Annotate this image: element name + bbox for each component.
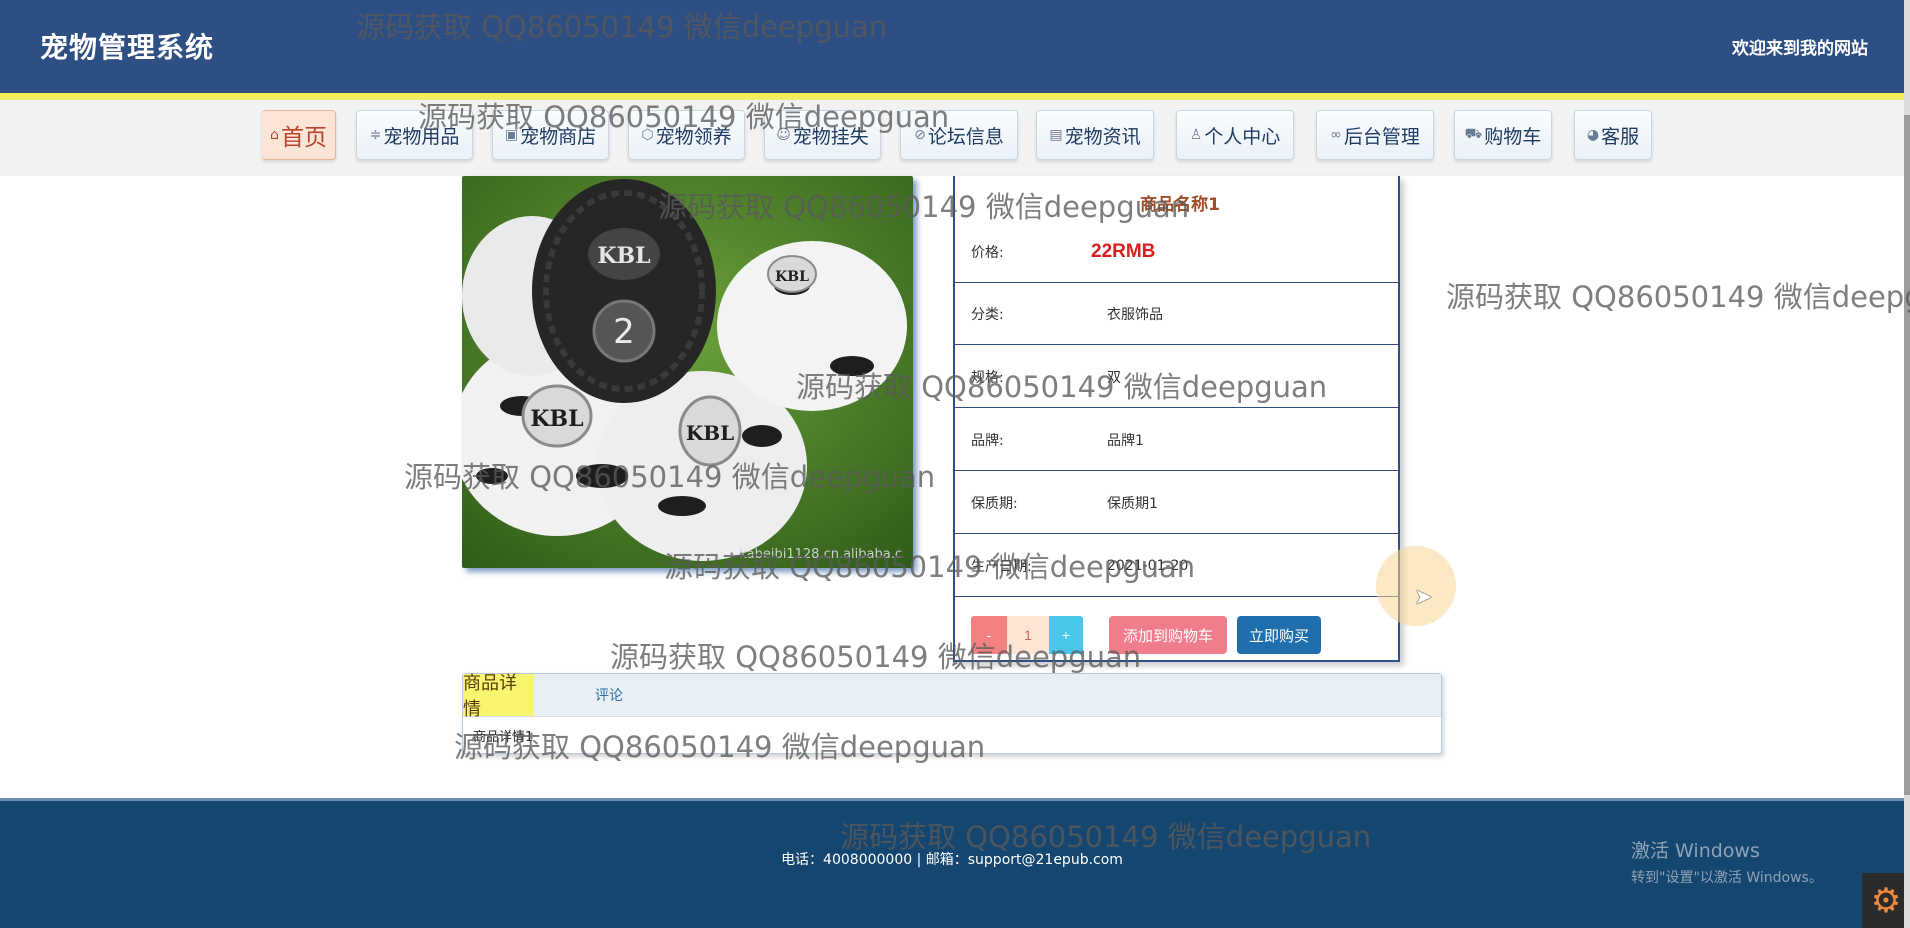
tab-bar: 商品详情 评论: [463, 673, 1441, 720]
field-label: 分类:: [971, 306, 1004, 323]
site-footer: 电话：4008000000 | 邮箱：support@21epub.com: [0, 798, 1904, 928]
quantity-increase-button[interactable]: +: [1049, 616, 1083, 654]
nav-item-label: 宠物用品: [383, 125, 460, 148]
nav-item-label: 宠物商店: [520, 125, 597, 148]
image-icon: ▣: [504, 127, 519, 143]
main-nav: ⌂ 首页 ≑ 宠物用品 ▣ 宠物商店 ⬡ 宠物领养 ☺ 宠物挂失 ⊘ 论坛信息 ▤ 宠物资讯 …: [0, 100, 1904, 176]
nav-item-label: 论坛信息: [927, 125, 1004, 148]
tab-comments[interactable]: 评论: [581, 674, 637, 716]
product-name: 商品名称1: [1140, 195, 1220, 215]
nav-item-home[interactable]: ⌂ 首页: [262, 110, 336, 160]
field-label: 生产日期:: [971, 558, 1032, 575]
purchase-actions: - + 添加到购物车 立即购买: [971, 616, 1391, 654]
product-photo: KBL 2 KBL KBL KBL kabeibi1128.cn.alibaba…: [462, 176, 913, 568]
product-image: KBL 2 KBL KBL KBL kabeibi1128.cn.alibaba…: [462, 176, 913, 568]
production-date-row: 生产日期: 2021-01-20: [955, 535, 1398, 597]
svg-text:KBL: KBL: [686, 421, 734, 445]
user-icon: ♙: [1189, 127, 1203, 143]
nav-item-admin[interactable]: ∞ 后台管理: [1316, 110, 1434, 160]
spec-row: 规格: 双: [955, 346, 1398, 408]
help-icon: ◕: [1586, 127, 1600, 143]
nav-item-label: 后台管理: [1343, 125, 1420, 148]
category-row: 分类: 衣服饰品: [955, 283, 1398, 345]
footer-contact: 电话：4008000000 | 邮箱：support@21epub.com: [781, 852, 1123, 868]
brand-value: 品牌1: [1107, 432, 1144, 449]
field-label: 价格:: [971, 244, 1004, 261]
scrollbar-thumb[interactable]: [1904, 115, 1910, 795]
shelf-life-value: 保质期1: [1107, 495, 1158, 512]
brand-row: 品牌: 品牌1: [955, 409, 1398, 471]
nav-item-label: 购物车: [1484, 125, 1542, 148]
production-date-value: 2021-01-20: [1107, 557, 1189, 574]
nav-item-cart[interactable]: ⛟ 购物车: [1454, 110, 1552, 160]
box-icon: ⬡: [641, 127, 654, 143]
nav-item-pet-news[interactable]: ▤ 宠物资讯: [1036, 110, 1154, 160]
watermark: 源码获取 QQ86050149 微信deepguan: [1446, 280, 1910, 314]
tab-product-detail[interactable]: 商品详情: [463, 673, 534, 720]
nav-item-label: 宠物挂失: [792, 125, 869, 148]
nav-item-pet-adoption[interactable]: ⬡ 宠物领养: [628, 110, 745, 160]
add-to-cart-button[interactable]: 添加到购物车: [1109, 616, 1227, 654]
category-value: 衣服饰品: [1107, 306, 1163, 323]
nav-item-label: 客服: [1601, 125, 1640, 148]
field-label: 保质期:: [971, 495, 1018, 512]
field-label: 品牌:: [971, 432, 1004, 449]
cart-icon: ⛟: [1464, 126, 1483, 142]
nav-item-label: 宠物资讯: [1064, 125, 1141, 148]
activation-title: 激活 Windows: [1631, 840, 1760, 862]
gear-icon[interactable]: ⚙: [1862, 873, 1910, 928]
nav-item-pet-store[interactable]: ▣ 宠物商店: [492, 110, 609, 160]
nav-item-user-center[interactable]: ♙ 个人中心: [1176, 110, 1294, 160]
quantity-input[interactable]: [1007, 616, 1049, 654]
newspaper-icon: ▤: [1049, 127, 1063, 143]
home-icon: ⌂: [270, 127, 279, 143]
nav-item-label: 个人中心: [1204, 125, 1281, 148]
sliders-icon: ≑: [369, 127, 382, 143]
tab-content: 商品详情1: [473, 730, 534, 745]
field-label: 规格:: [971, 369, 1004, 386]
mouse-cursor-icon: ➤: [1414, 584, 1433, 609]
product-info-panel: 商品名称1 价格: 22RMB 分类: 衣服饰品 规格: 双 品牌: 品牌1 保…: [953, 176, 1400, 662]
windows-activation-notice: 激活 Windows 转到"设置"以激活 Windows。: [1631, 836, 1823, 887]
nav-item-label: 首页: [280, 125, 327, 151]
svg-text:KBL: KBL: [597, 243, 650, 269]
nav-item-forum[interactable]: ⊘ 论坛信息: [900, 110, 1018, 160]
tag-icon: ⊘: [914, 127, 926, 143]
link-icon: ∞: [1330, 127, 1342, 143]
site-title: 宠物管理系统: [40, 31, 215, 64]
svg-text:KBL: KBL: [530, 406, 583, 432]
buy-now-button[interactable]: 立即购买: [1237, 616, 1321, 654]
top-header: 宠物管理系统 欢迎来到我的网站: [0, 0, 1904, 93]
shelf-life-row: 保质期: 保质期1: [955, 472, 1398, 534]
activation-subtitle: 转到"设置"以激活 Windows。: [1631, 870, 1823, 886]
svg-text:2: 2: [613, 312, 635, 352]
image-caption: kabeibi1128.cn.alibaba.c: [739, 547, 902, 562]
quantity-decrease-button[interactable]: -: [971, 616, 1007, 654]
welcome-text: 欢迎来到我的网站: [1732, 39, 1868, 59]
price-row: 价格: 22RMB: [955, 221, 1398, 283]
product-detail-tabs: 商品详情 评论 商品详情1: [462, 673, 1442, 754]
price-value: 22RMB: [1091, 240, 1156, 262]
nav-item-label: 宠物领养: [655, 125, 732, 148]
nav-item-pet-supplies[interactable]: ≑ 宠物用品: [356, 110, 473, 160]
spec-value: 双: [1107, 369, 1121, 386]
svg-text:KBL: KBL: [775, 269, 809, 285]
smile-icon: ☺: [776, 127, 791, 143]
nav-item-lost-pets[interactable]: ☺ 宠物挂失: [764, 110, 881, 160]
nav-item-support[interactable]: ◕ 客服: [1574, 110, 1652, 160]
